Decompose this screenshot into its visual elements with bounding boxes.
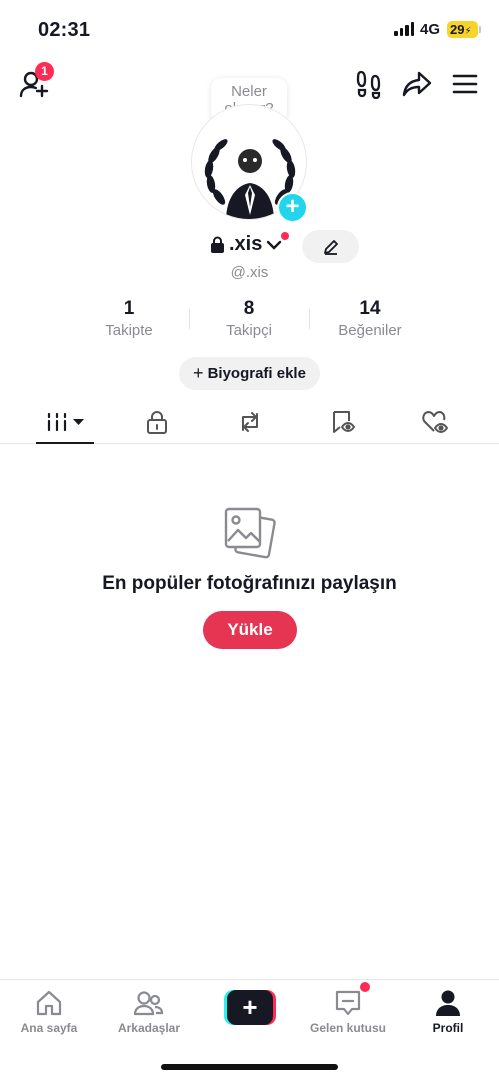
username-switcher[interactable]: .xis <box>210 233 282 256</box>
nav-profile-label: Profil <box>432 1021 464 1035</box>
nav-friends-label: Arkadaşlar <box>117 1021 181 1035</box>
home-indicator <box>161 1064 338 1070</box>
plus-icon: + <box>193 363 204 383</box>
pencil-icon <box>323 239 338 255</box>
create-button[interactable]: + <box>224 990 276 1025</box>
liked-icon <box>422 410 448 433</box>
add-bio-button[interactable]: + Biyografi ekle <box>179 357 320 390</box>
profile-handle: @.xis <box>230 264 269 281</box>
edit-profile-button[interactable] <box>302 230 359 263</box>
nav-inbox-label: Gelen kutusu <box>309 1021 386 1035</box>
network-type: 4G <box>420 21 441 38</box>
stat-divider <box>189 309 190 329</box>
footprints-icon[interactable] <box>352 67 386 101</box>
tab-liked[interactable] <box>405 400 465 443</box>
status-bar: 02:31 4G 29⚡ <box>0 0 499 56</box>
username: .xis <box>229 233 263 255</box>
tab-videos[interactable] <box>36 400 96 444</box>
username-dot <box>281 232 289 240</box>
nav-home-label: Ana sayfa <box>20 1021 78 1035</box>
profile-icon <box>436 990 460 1016</box>
following-label: Takipte <box>105 322 153 339</box>
friends-icon <box>134 991 164 1016</box>
create-icon: + <box>227 990 273 1025</box>
status-time: 02:31 <box>38 19 91 41</box>
stat-divider <box>309 309 310 329</box>
signal-icon <box>394 22 414 36</box>
nav-home[interactable]: Ana sayfa <box>4 988 94 1035</box>
tab-reposts[interactable] <box>220 400 280 443</box>
followers-label: Takipçi <box>226 322 272 339</box>
tab-private[interactable] <box>127 400 187 443</box>
nav-friends[interactable]: Arkadaşlar <box>104 988 194 1035</box>
home-icon <box>36 990 62 1016</box>
nav-profile[interactable]: Profil <box>403 988 493 1035</box>
chevron-down-icon <box>267 240 282 250</box>
likes-label: Beğeniler <box>338 322 402 339</box>
tab-favorites[interactable] <box>313 400 373 443</box>
videos-grid-icon <box>47 412 84 431</box>
followers-count: 8 <box>243 298 255 319</box>
nav-inbox[interactable]: Gelen kutusu <box>303 988 393 1035</box>
battery-level: 29 <box>450 22 465 37</box>
share-icon[interactable] <box>400 67 434 101</box>
favorites-icon <box>333 410 355 433</box>
notification-badge: 1 <box>35 62 54 81</box>
menu-icon[interactable] <box>448 67 482 101</box>
followers-stat[interactable]: 8 Takipçi <box>199 298 299 339</box>
likes-stat[interactable]: 14 Beğeniler <box>320 298 420 339</box>
private-lock-icon <box>147 410 167 434</box>
battery-icon: 29⚡ <box>447 21 481 38</box>
empty-state-title: En popüler fotoğrafınızı paylaşın <box>102 573 397 594</box>
add-avatar-button[interactable]: + <box>277 192 308 223</box>
profile-tabs <box>0 400 499 444</box>
upload-button[interactable]: Yükle <box>203 611 297 649</box>
inbox-icon <box>335 990 361 1016</box>
likes-count: 14 <box>359 298 381 319</box>
photo-placeholder-icon <box>222 505 278 566</box>
add-bio-label: Biyografi ekle <box>207 365 306 382</box>
lock-icon <box>211 236 224 253</box>
bubble-line-1: Neler <box>231 83 267 100</box>
following-stat[interactable]: 1 Takipte <box>79 298 179 339</box>
following-count: 1 <box>123 298 135 319</box>
reposts-icon <box>242 411 258 432</box>
inbox-badge <box>360 982 370 992</box>
